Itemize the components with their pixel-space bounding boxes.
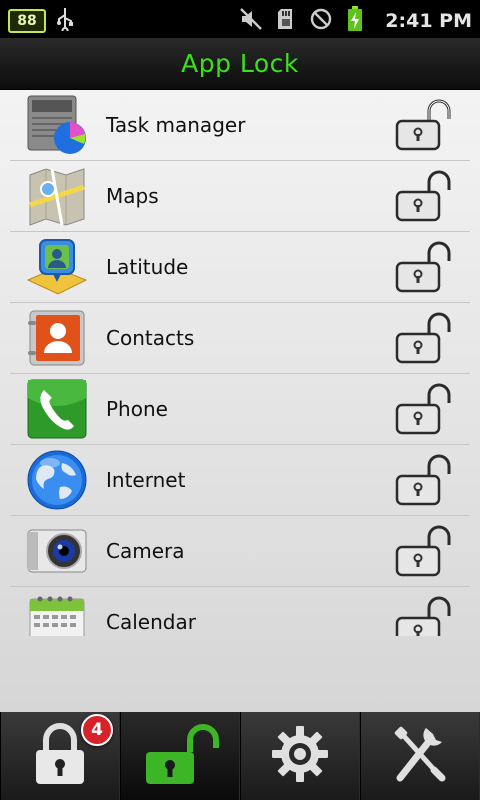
status-bar: 88 2:41 PM bbox=[0, 0, 480, 38]
unlocked-padlock-icon[interactable] bbox=[390, 95, 460, 155]
mute-icon bbox=[239, 7, 263, 35]
unlocked-padlock-icon[interactable] bbox=[390, 308, 460, 368]
tab-unlocked-apps[interactable] bbox=[120, 712, 240, 800]
internet-icon bbox=[26, 449, 88, 511]
unlocked-padlock-icon bbox=[140, 722, 220, 790]
no-signal-icon bbox=[309, 7, 333, 35]
unlocked-padlock-icon[interactable] bbox=[390, 237, 460, 297]
app-name: Contacts bbox=[106, 326, 195, 350]
charging-icon bbox=[347, 6, 363, 36]
app-name: Calendar bbox=[106, 610, 196, 634]
app-list[interactable]: Task manager Maps Latitude Contacts Phon… bbox=[10, 90, 470, 636]
maps-icon bbox=[26, 165, 88, 227]
unlocked-padlock-icon[interactable] bbox=[390, 521, 460, 581]
app-name: Latitude bbox=[106, 255, 189, 279]
unlocked-padlock-icon[interactable] bbox=[390, 450, 460, 510]
camera-icon bbox=[26, 520, 88, 582]
usb-icon bbox=[56, 7, 74, 35]
unlocked-padlock-icon[interactable] bbox=[390, 166, 460, 226]
app-name: Task manager bbox=[106, 113, 246, 137]
contacts-icon bbox=[26, 307, 88, 369]
phone-icon bbox=[26, 378, 88, 440]
list-item[interactable]: Calendar bbox=[10, 587, 470, 636]
task-manager-icon bbox=[26, 94, 88, 156]
app-name: Maps bbox=[106, 184, 159, 208]
gear-icon bbox=[270, 724, 330, 788]
list-item[interactable]: Maps bbox=[10, 161, 470, 232]
unlocked-padlock-icon[interactable] bbox=[390, 379, 460, 439]
latitude-icon bbox=[26, 236, 88, 298]
app-list-area: Task manager Maps Latitude Contacts Phon… bbox=[0, 90, 480, 712]
list-item[interactable]: Internet bbox=[10, 445, 470, 516]
tab-settings[interactable] bbox=[240, 712, 360, 800]
title-bar: App Lock bbox=[0, 38, 480, 90]
calendar-icon bbox=[26, 591, 88, 636]
sd-card-icon bbox=[277, 7, 295, 35]
tools-icon bbox=[390, 724, 450, 788]
bottom-tab-bar: 4 bbox=[0, 712, 480, 800]
notification-badge: 4 bbox=[81, 714, 113, 746]
list-item[interactable]: Latitude bbox=[10, 232, 470, 303]
app-name: Camera bbox=[106, 539, 185, 563]
tab-tools[interactable] bbox=[360, 712, 480, 800]
clock: 2:41 PM bbox=[385, 10, 472, 32]
page-title: App Lock bbox=[181, 49, 299, 78]
list-item[interactable]: Task manager bbox=[10, 90, 470, 161]
list-item[interactable]: Phone bbox=[10, 374, 470, 445]
unlocked-padlock-icon[interactable] bbox=[390, 592, 460, 636]
battery-icon: 88 bbox=[8, 9, 46, 33]
battery-level: 88 bbox=[17, 13, 37, 29]
app-name: Internet bbox=[106, 468, 186, 492]
tab-locked-apps[interactable]: 4 bbox=[0, 712, 120, 800]
list-item[interactable]: Camera bbox=[10, 516, 470, 587]
app-name: Phone bbox=[106, 397, 168, 421]
list-item[interactable]: Contacts bbox=[10, 303, 470, 374]
